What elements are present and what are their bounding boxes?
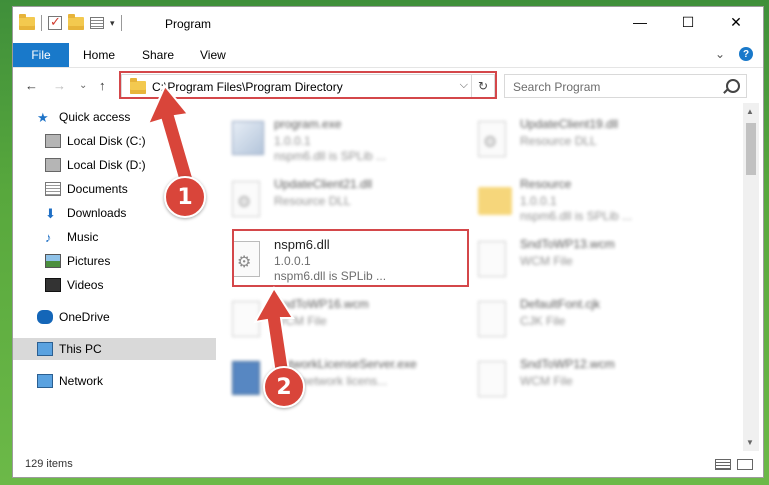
annotation-arrows (146, 84, 295, 382)
step-one-badge: 1 (164, 176, 206, 218)
step-two-badge: 2 (263, 366, 305, 408)
